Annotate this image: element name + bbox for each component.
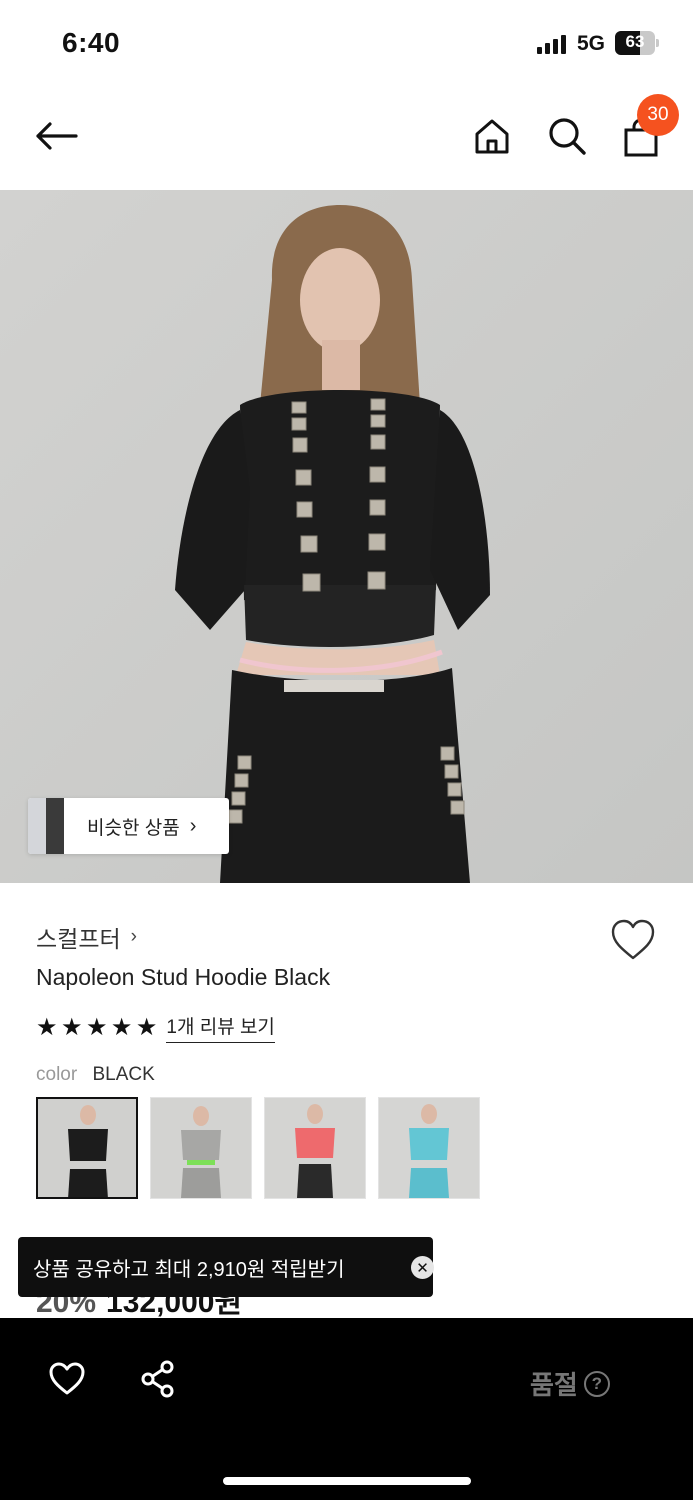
signal-icon <box>537 34 569 54</box>
similar-products-button[interactable]: 비슷한 상품 › <box>28 798 229 854</box>
top-navigation <box>0 88 693 190</box>
bottom-action-bar <box>0 1318 693 1500</box>
home-button[interactable] <box>466 110 518 162</box>
color-row: color BLACK <box>36 1064 155 1086</box>
search-icon <box>549 118 586 155</box>
sold-out-label: 품절 <box>530 1370 578 1400</box>
status-time: 6:40 <box>62 27 121 58</box>
swatch-black[interactable] <box>36 1097 138 1199</box>
rating-row: ★ ★ ★ ★ ★ 1개 리뷰 보기 <box>36 1012 275 1043</box>
share-icon <box>141 1360 174 1398</box>
star-icon: ★ <box>135 1014 157 1041</box>
help-icon[interactable]: ? <box>583 1370 610 1397</box>
star-icon: ★ <box>36 1014 57 1041</box>
chevron-right-icon: › <box>130 926 137 947</box>
back-arrow-icon <box>36 122 78 150</box>
toast-message: 상품 공유하고 최대 2,910원 적립받기 <box>33 1258 345 1281</box>
similar-products-label: 비슷한 상품 <box>87 817 180 839</box>
swatch-sky-blue[interactable] <box>378 1097 480 1199</box>
star-icon: ★ <box>60 1014 82 1041</box>
bottom-wishlist-button[interactable] <box>40 1352 94 1406</box>
close-icon[interactable]: ✕ <box>411 1256 434 1279</box>
swatch-gray[interactable] <box>150 1097 252 1199</box>
wishlist-button[interactable] <box>610 918 656 962</box>
status-bar: 6:40 5G 63 <box>0 0 693 88</box>
sold-out-status: 품절 ? <box>530 1365 610 1402</box>
heart-icon <box>611 919 655 960</box>
product-image[interactable] <box>0 190 693 883</box>
share-button[interactable] <box>131 1352 185 1406</box>
star-rating: ★ ★ ★ ★ ★ <box>36 1013 157 1042</box>
color-value: BLACK <box>92 1064 155 1085</box>
product-title: Napoleon Stud Hoodie Black <box>36 964 331 990</box>
similar-products-thumbnails <box>28 798 64 854</box>
color-swatches <box>36 1097 480 1199</box>
cart-count-badge: 30 <box>637 94 679 136</box>
battery-level: 63 <box>625 32 645 51</box>
color-label: color <box>36 1064 78 1085</box>
brand-link[interactable]: 스컬프터 › <box>36 920 137 954</box>
search-button[interactable] <box>541 110 593 162</box>
back-button[interactable] <box>30 110 82 162</box>
heart-icon <box>49 1362 85 1395</box>
chevron-right-icon: › <box>189 814 197 837</box>
battery-icon: 63 <box>615 31 659 55</box>
star-icon: ★ <box>85 1014 107 1041</box>
review-link[interactable]: 1개 리뷰 보기 <box>166 1012 275 1043</box>
brand-name: 스컬프터 <box>36 926 121 952</box>
network-type: 5G <box>577 32 606 55</box>
home-indicator <box>223 1477 471 1485</box>
share-reward-toast: 상품 공유하고 최대 2,910원 적립받기 ✕ <box>18 1237 434 1297</box>
product-photo <box>0 190 693 883</box>
swatch-pink[interactable] <box>264 1097 366 1199</box>
home-icon <box>475 119 509 154</box>
star-icon: ★ <box>110 1014 132 1041</box>
